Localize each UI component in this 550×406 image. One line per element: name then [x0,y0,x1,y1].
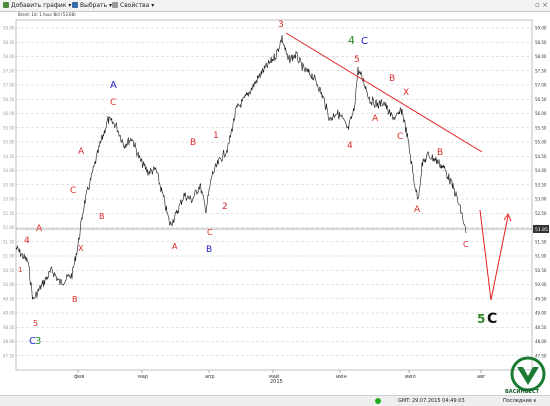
left-tick-label: 50.00 [3,282,15,287]
wave-label: C [361,36,368,47]
connection-status-icon [375,398,381,404]
wave-label: 5 [477,312,485,326]
left-tick-label: 56.00 [3,111,15,116]
left-tick-label: 52.00 [3,225,15,230]
price-tick-label: 51.00 [535,254,547,259]
price-tick-label: 49.00 [535,311,547,316]
left-tick-label: 47.50 [3,353,15,358]
price-tick-label: 55.00 [535,140,547,145]
left-tick-label: 54.00 [3,168,15,173]
left-tick-label: 54.50 [3,154,15,159]
wave-label: C [70,186,76,196]
wave-label: B [437,148,443,158]
forecast-line [479,209,509,301]
wave-label: 4 [24,236,30,246]
left-tick-label: 57.50 [3,68,15,73]
price-tick-label: 54.00 [535,168,547,173]
wave-label: C [463,240,469,249]
left-tick-label: 51.00 [3,254,15,259]
trend-line [285,32,483,153]
month-label: июл [405,374,416,380]
wave-label: A [414,205,421,215]
left-tick-label: 55.00 [3,140,15,145]
left-tick-label: 58.50 [3,40,15,45]
left-tick-label: 48.50 [3,325,15,330]
price-tick-label: 56.00 [535,111,547,116]
left-tick-label: 55.50 [3,125,15,130]
wave-label: 3 [278,20,284,30]
left-tick-label: 49.00 [3,311,15,316]
wave-label: B [206,245,212,255]
wave-label: 4 [348,34,355,47]
month-label: фев [74,374,84,380]
price-tick-label: 55.50 [535,125,547,130]
wave-label: A [110,80,117,91]
month-label: апр [205,374,215,380]
wave-label: 2 [222,202,228,212]
price-tick-label: 59.00 [535,26,547,31]
wave-label: 3 [35,336,41,347]
left-tick-label: 48.00 [3,339,15,344]
price-tick-label: 57.50 [535,68,547,73]
price-tick-label: 53.00 [535,197,547,202]
price-series-line [15,34,467,300]
price-tick-label: 53.50 [535,182,547,187]
wave-label: 1 [18,266,22,274]
price-tick-label: 58.00 [535,54,547,59]
price-tick-label: 48.00 [535,339,547,344]
wave-label: C [487,311,497,327]
price-tick-label: 52.50 [535,211,547,216]
wave-label: C [397,132,403,142]
wave-label: B [99,212,105,221]
wave-label: C [207,228,213,237]
wave-label: 5 [354,55,360,65]
wave-label: X [403,88,409,98]
left-tick-label: 56.50 [3,97,15,102]
left-tick-label: 50.50 [3,268,15,273]
wave-label: B [72,295,78,304]
wave-label: 1 [213,131,219,141]
price-tick-label: 50.00 [535,282,547,287]
price-tick-label: 58.50 [535,40,547,45]
wave-label: 5 [33,319,38,328]
wave-label: 4 [347,141,353,151]
left-tick-label: 57.00 [3,83,15,88]
wave-label: A [36,224,43,234]
year-label: 2015 [270,379,283,385]
month-label: авг [477,374,486,380]
wave-label: C [110,98,116,108]
left-tick-label: 58.00 [3,54,15,59]
price-tick-label: 48.50 [535,325,547,330]
wave-label: B [389,74,395,84]
price-tick-label: 54.50 [535,154,547,159]
price-chart[interactable]: 59.00 59.00 58.50 58.50 58.00 58.00 57.50 57.50… [0,0,550,395]
left-tick-label: 53.50 [3,182,15,187]
price-tick-label: 49.50 [535,296,547,301]
left-tick-label: 59.00 [3,26,15,31]
month-label: июн [336,374,347,380]
status-bar: GMT: 29.07.2015 04:49:03 Последние к [0,395,550,406]
left-tick-label: 53.00 [3,197,15,202]
wave-label: X [78,244,84,253]
price-tick-label: 56.50 [535,97,547,102]
wave-label: B [190,138,196,148]
wave-label: A [372,114,379,124]
price-tick-label: 51.50 [535,239,547,244]
left-tick-label: 51.50 [3,239,15,244]
price-tick-label: 50.50 [535,268,547,273]
left-tick-label: 49.50 [3,296,15,301]
wave-label: A [78,147,85,157]
left-tick-label: 52.50 [3,211,15,216]
month-label: мар [138,374,148,380]
current-price-label: 51.85 [535,227,548,233]
price-tick-label: 57.00 [535,83,547,88]
wave-label: A [172,242,178,251]
